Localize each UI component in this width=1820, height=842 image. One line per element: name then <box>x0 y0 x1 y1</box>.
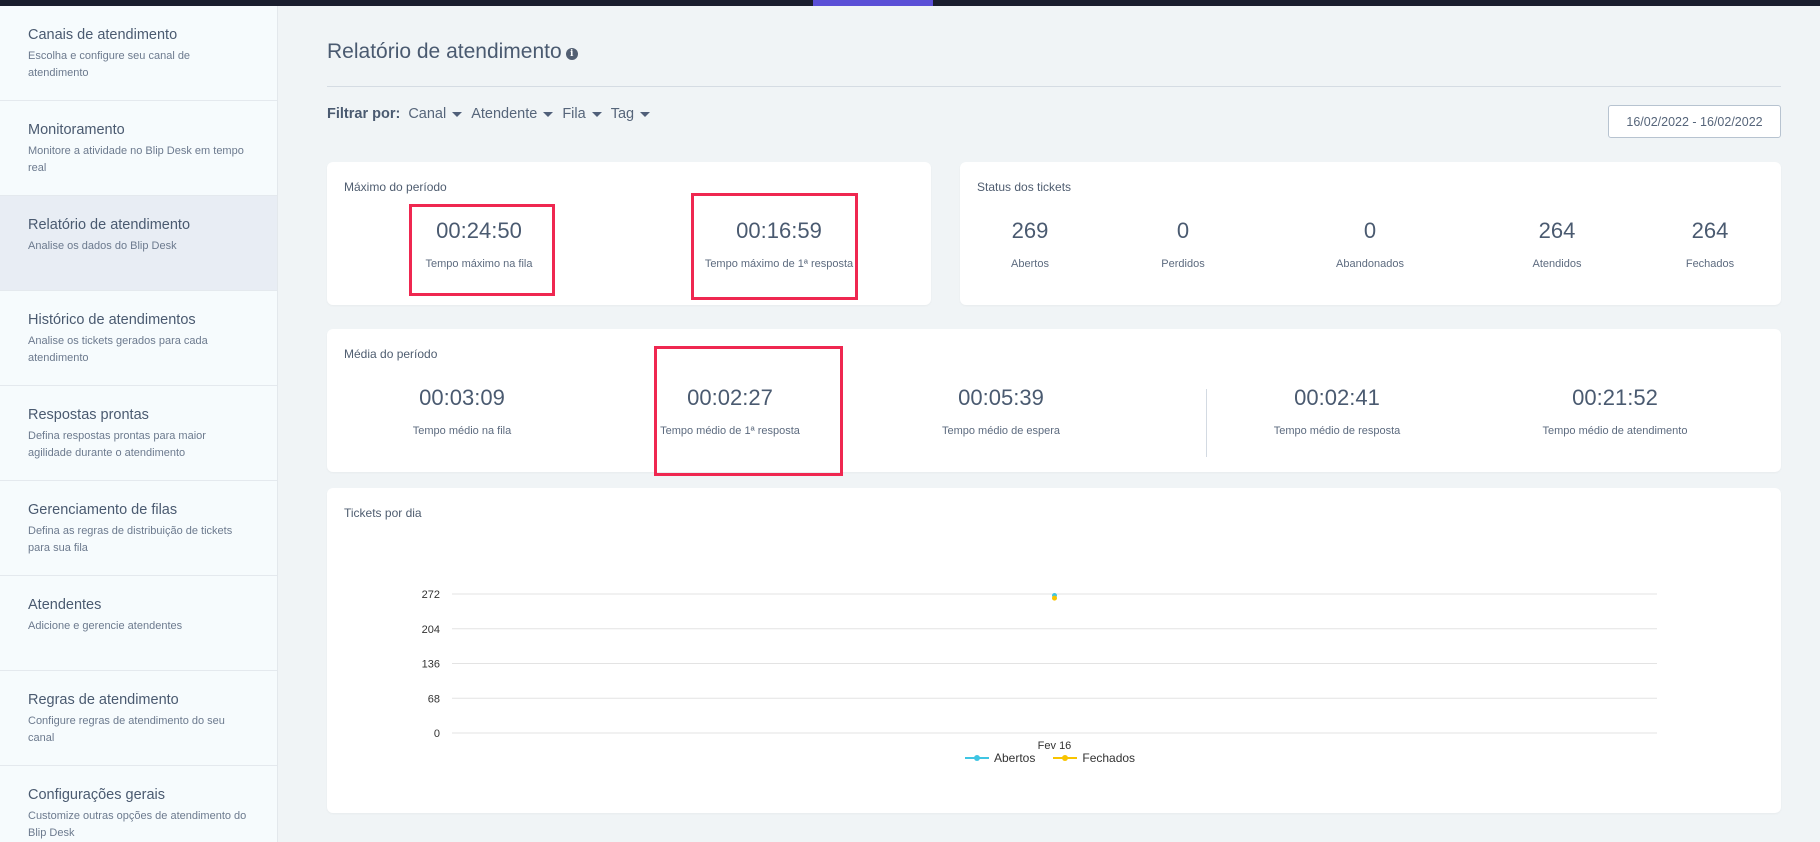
metric-abertos: 269 Abertos <box>980 218 1080 270</box>
card-title: Tickets por dia <box>344 506 422 520</box>
legend-item-fechados[interactable]: Fechados <box>1053 751 1135 765</box>
sidebar-item-title: Canais de atendimento <box>28 27 178 43</box>
sidebar-item-regras[interactable]: Regras de atendimento Configure regras d… <box>0 671 277 766</box>
highlight-box <box>691 193 858 300</box>
filter-canal-dropdown[interactable]: Canal <box>408 106 463 122</box>
metric-atendidos: 264 Atendidos <box>1507 218 1607 270</box>
avg-period-card: Média do período 00:03:09 Tempo médio na… <box>327 329 1781 472</box>
metric-label: Tempo médio de resposta <box>1273 425 1401 437</box>
legend-label-abertos: Abertos <box>994 751 1036 765</box>
highlight-box <box>409 204 555 296</box>
main-content: Relatório de atendimento i Filtrar por: … <box>327 6 1781 842</box>
sidebar-item-desc: Analise os dados do Blip Desk <box>28 240 177 252</box>
filter-label: Filtrar por: <box>327 106 401 122</box>
card-title: Média do período <box>344 347 438 361</box>
legend-item-abertos[interactable]: Abertos <box>965 751 1035 765</box>
filter-fila-label: Fila <box>562 106 586 122</box>
metric-label: Tempo médio de espera <box>941 425 1060 437</box>
title-divider <box>327 86 1781 87</box>
sidebar-item-filas[interactable]: Gerenciamento de filas Defina as regras … <box>0 481 277 576</box>
metric-label: Perdidos <box>1161 258 1205 270</box>
legend-swatch-abertos <box>965 755 989 761</box>
sidebar-item-monitoramento[interactable]: Monitoramento Monitore a atividade no Bl… <box>0 101 277 196</box>
metric-avg-service-time: 00:21:52 Tempo médio de atendimento <box>1510 385 1720 437</box>
ticket-status-card: Status dos tickets 269 Abertos 0 Perdido… <box>960 162 1781 305</box>
metric-avg-wait-time: 00:05:39 Tempo médio de espera <box>911 385 1091 437</box>
metric-value: 0 <box>1176 218 1190 243</box>
sidebar-item-desc: Monitore a atividade no Blip Desk em tem… <box>28 145 244 174</box>
filter-tag-label: Tag <box>610 106 635 122</box>
sidebar-item-title: Atendentes <box>28 597 102 613</box>
metric-value: 269 <box>1011 218 1049 243</box>
legend-label-fechados: Fechados <box>1082 751 1136 765</box>
metric-value: 264 <box>1691 218 1729 243</box>
metric-label: Abandonados <box>1336 258 1404 270</box>
filter-canal-label: Canal <box>408 106 447 122</box>
metric-value: 00:05:39 <box>958 385 1044 410</box>
filter-atendente-dropdown[interactable]: Atendente <box>471 106 554 122</box>
metric-fechados: 264 Fechados <box>1660 218 1760 270</box>
metric-avg-queue-time: 00:03:09 Tempo médio na fila <box>377 385 547 437</box>
metric-label: Tempo médio na fila <box>412 425 512 437</box>
caret-down-icon <box>640 111 651 117</box>
metric-perdidos: 0 Perdidos <box>1133 218 1233 270</box>
metric-value: 00:02:41 <box>1294 385 1380 410</box>
sidebar-item-title: Configurações gerais <box>28 787 166 803</box>
page-title: Relatório de atendimento i <box>327 40 578 64</box>
sidebar-item-title: Monitoramento <box>28 122 125 138</box>
sidebar-item-title: Histórico de atendimentos <box>28 312 196 328</box>
caret-down-icon <box>591 111 602 117</box>
sidebar-item-desc: Analise os tickets gerados para cada ate… <box>28 335 208 364</box>
metric-label: Fechados <box>1685 258 1735 270</box>
sidebar-item-desc: Defina as regras de distribuição de tick… <box>28 525 233 554</box>
metric-label: Atendidos <box>1532 258 1582 270</box>
caret-down-icon <box>452 111 463 117</box>
sidebar: Canais de atendimento Escolha e configur… <box>0 6 278 842</box>
filter-atendente-label: Atendente <box>471 106 538 122</box>
page-title-text: Relatório de atendimento <box>327 40 562 63</box>
filter-bar: Filtrar por: Canal Atendente Fila Tag <box>327 106 659 122</box>
metrics-divider <box>1206 389 1207 457</box>
filter-tag-dropdown[interactable]: Tag <box>610 106 651 122</box>
highlight-box <box>654 346 843 476</box>
legend-swatch-fechados <box>1053 755 1078 761</box>
metric-abandonados: 0 Abandonados <box>1320 218 1420 270</box>
sidebar-item-title: Gerenciamento de filas <box>28 502 178 518</box>
sidebar-item-configuracoes[interactable]: Configurações gerais Customize outras op… <box>0 766 277 842</box>
card-title: Máximo do período <box>344 180 447 194</box>
sidebar-item-title: Relatório de atendimento <box>28 217 191 233</box>
caret-down-icon <box>543 111 554 117</box>
info-icon[interactable]: i <box>565 47 578 60</box>
sidebar-item-desc: Configure regras de atendimento do seu c… <box>28 715 225 744</box>
sidebar-item-canais[interactable]: Canais de atendimento Escolha e configur… <box>0 6 277 101</box>
sidebar-item-desc: Escolha e configure seu canal de atendim… <box>28 50 191 79</box>
metric-value: 0 <box>1363 218 1377 243</box>
sidebar-item-respostas[interactable]: Respostas prontas Defina respostas pront… <box>0 386 277 481</box>
metric-label: Tempo médio de atendimento <box>1542 425 1688 437</box>
card-title: Status dos tickets <box>977 180 1072 194</box>
metric-value: 264 <box>1538 218 1576 243</box>
metric-value: 00:21:52 <box>1572 385 1658 410</box>
filter-fila-dropdown[interactable]: Fila <box>562 106 602 122</box>
sidebar-item-historico[interactable]: Histórico de atendimentos Analise os tic… <box>0 291 277 386</box>
sidebar-item-desc: Adicione e gerencie atendentes <box>28 620 183 632</box>
metric-value: 00:03:09 <box>419 385 505 410</box>
sidebar-item-atendentes[interactable]: Atendentes Adicione e gerencie atendente… <box>0 576 277 671</box>
metric-label: Abertos <box>1011 258 1049 270</box>
metric-avg-response-time: 00:02:41 Tempo médio de resposta <box>1242 385 1432 437</box>
sidebar-item-desc: Customize outras opções de atendimento d… <box>28 810 247 839</box>
sidebar-item-title: Regras de atendimento <box>28 692 179 708</box>
chart-legend: Abertos Fechados <box>965 751 1153 765</box>
date-range-picker[interactable]: 16/02/2022 - 16/02/2022 <box>1608 105 1781 138</box>
sidebar-item-desc: Defina respostas prontas para maior agil… <box>28 430 206 459</box>
sidebar-item-relatorio[interactable]: Relatório de atendimento Analise os dado… <box>0 196 277 291</box>
sidebar-item-title: Respostas prontas <box>28 407 149 423</box>
